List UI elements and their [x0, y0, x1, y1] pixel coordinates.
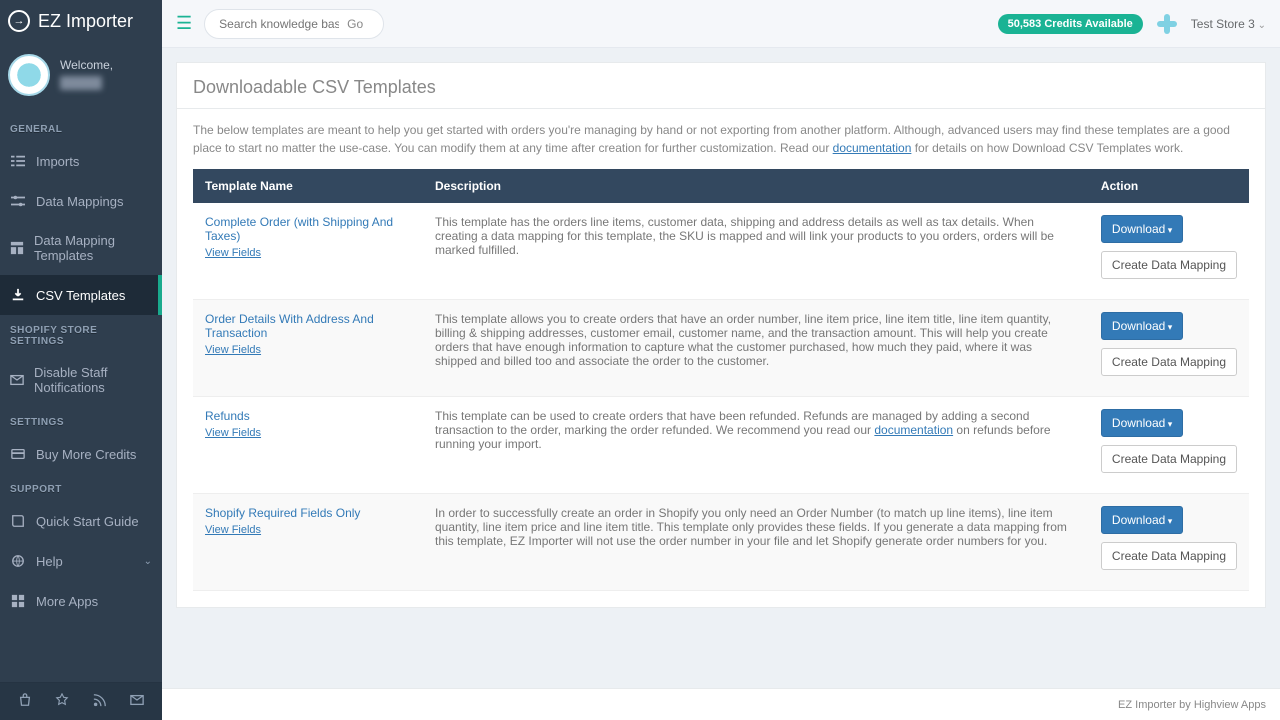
template-name: Shopify Required Fields Only: [205, 506, 411, 520]
menu-toggle-icon[interactable]: ☰: [176, 13, 192, 34]
intro-doc-link[interactable]: documentation: [833, 141, 912, 155]
footer: EZ Importer by Highview Apps: [162, 688, 1280, 720]
envelope-icon: [10, 372, 24, 388]
nav-buy-credits[interactable]: Buy More Credits: [0, 434, 162, 474]
table-row: Refunds View Fields This template can be u…: [193, 397, 1249, 494]
credit-card-icon: [10, 446, 26, 462]
template-name: Order Details With Address And Transacti…: [205, 312, 411, 340]
create-mapping-button[interactable]: Create Data Mapping: [1101, 445, 1237, 473]
credits-badge[interactable]: 50,583 Credits Available: [998, 14, 1143, 34]
brand[interactable]: EZ Importer: [0, 0, 162, 42]
page-intro: The below templates are meant to help yo…: [177, 109, 1265, 169]
sidebar: EZ Importer Welcome, GENERAL Imports Dat…: [0, 0, 162, 720]
book-icon: [10, 513, 26, 529]
nav-data-mapping-templates[interactable]: Data Mapping Templates: [0, 221, 162, 275]
sliders-icon: [10, 193, 26, 209]
welcome-block: Welcome,: [0, 42, 162, 114]
template-desc: In order to successfully create an order…: [423, 494, 1089, 591]
globe-icon: [10, 553, 26, 569]
download-button[interactable]: Download: [1101, 409, 1183, 437]
table-row: Complete Order (with Shipping And Taxes)…: [193, 203, 1249, 300]
sidebar-footer: [0, 682, 162, 720]
nav-label: Quick Start Guide: [36, 514, 139, 529]
welcome-username-blurred: [60, 76, 102, 90]
nav-more-apps[interactable]: More Apps: [0, 581, 162, 621]
list-icon: [10, 153, 26, 169]
avatar[interactable]: [8, 54, 50, 96]
nav-label: Disable Staff Notifications: [34, 365, 152, 395]
download-button[interactable]: Download: [1101, 312, 1183, 340]
view-fields-link[interactable]: View Fields: [205, 427, 261, 439]
store-selector[interactable]: Test Store 3: [1191, 17, 1266, 31]
grid-icon: [10, 593, 26, 609]
template-name: Complete Order (with Shipping And Taxes): [205, 215, 411, 243]
nav-data-mappings[interactable]: Data Mappings: [0, 181, 162, 221]
search-wrap: Go: [204, 9, 384, 39]
plus-icon[interactable]: [1155, 12, 1179, 36]
create-mapping-button[interactable]: Create Data Mapping: [1101, 251, 1237, 279]
templates-table: Template Name Description Action Complet…: [193, 169, 1249, 591]
topbar: ☰ Go 50,583 Credits Available Test Store…: [162, 0, 1280, 48]
col-name: Template Name: [193, 169, 423, 203]
nav-label: Help: [36, 554, 63, 569]
rss-icon[interactable]: [93, 693, 107, 710]
footer-text: EZ Importer by Highview Apps: [1118, 699, 1266, 711]
create-mapping-button[interactable]: Create Data Mapping: [1101, 542, 1237, 570]
brand-name: EZ Importer: [38, 11, 133, 32]
create-mapping-button[interactable]: Create Data Mapping: [1101, 348, 1237, 376]
nav-heading-shopify: SHOPIFY STORE SETTINGS: [0, 315, 162, 353]
bag-icon[interactable]: [18, 693, 32, 710]
nav-label: Data Mappings: [36, 194, 123, 209]
nav-imports[interactable]: Imports: [0, 141, 162, 181]
panel-csv-templates: Downloadable CSV Templates The below tem…: [176, 62, 1266, 608]
template-icon: [10, 240, 24, 256]
star-icon[interactable]: [55, 693, 69, 710]
template-desc: This template has the orders line items,…: [423, 203, 1089, 300]
nav-label: More Apps: [36, 594, 98, 609]
download-button[interactable]: Download: [1101, 215, 1183, 243]
download-icon: [10, 287, 26, 303]
nav-label: Imports: [36, 154, 79, 169]
col-action: Action: [1089, 169, 1249, 203]
mail-icon[interactable]: [130, 693, 144, 710]
template-desc: This template allows you to create order…: [423, 300, 1089, 397]
nav-label: Data Mapping Templates: [34, 233, 152, 263]
nav-quick-start[interactable]: Quick Start Guide: [0, 501, 162, 541]
col-desc: Description: [423, 169, 1089, 203]
view-fields-link[interactable]: View Fields: [205, 247, 261, 259]
chevron-down-icon: ⌄: [144, 556, 152, 567]
view-fields-link[interactable]: View Fields: [205, 524, 261, 536]
view-fields-link[interactable]: View Fields: [205, 344, 261, 356]
template-desc: This template can be used to create orde…: [423, 397, 1089, 494]
desc-doc-link[interactable]: documentation: [874, 423, 953, 437]
welcome-label: Welcome,: [60, 58, 113, 72]
nav-label: CSV Templates: [36, 288, 125, 303]
nav-heading-general: GENERAL: [0, 114, 162, 141]
table-row: Order Details With Address And Transacti…: [193, 300, 1249, 397]
nav-heading-settings: SETTINGS: [0, 407, 162, 434]
nav-label: Buy More Credits: [36, 447, 136, 462]
template-name: Refunds: [205, 409, 411, 423]
download-button[interactable]: Download: [1101, 506, 1183, 534]
nav-heading-support: SUPPORT: [0, 474, 162, 501]
nav-help[interactable]: Help ⌄: [0, 541, 162, 581]
search-go-button[interactable]: Go: [339, 17, 371, 31]
nav-disable-staff[interactable]: Disable Staff Notifications: [0, 353, 162, 407]
brand-icon: [8, 10, 30, 32]
nav-csv-templates[interactable]: CSV Templates: [0, 275, 162, 315]
search-input[interactable]: [219, 17, 339, 31]
table-row: Shopify Required Fields Only View Fields I…: [193, 494, 1249, 591]
page-title: Downloadable CSV Templates: [177, 63, 1265, 109]
